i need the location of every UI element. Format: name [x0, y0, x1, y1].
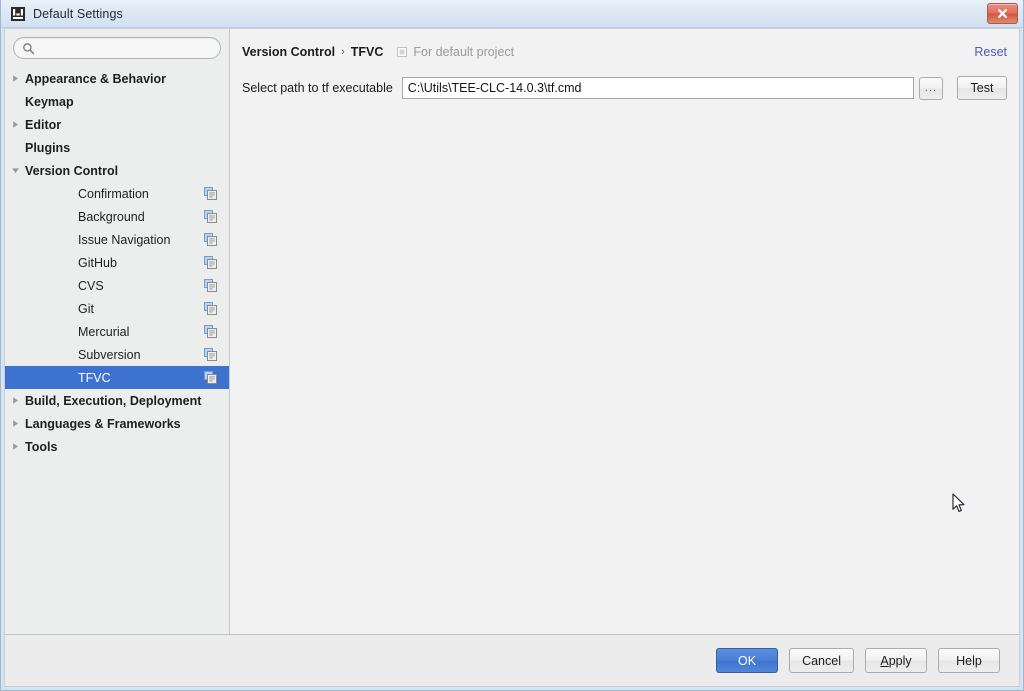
sidebar-item-build-execution-deployment[interactable]: Build, Execution, Deployment	[5, 389, 229, 412]
dialog-body: Appearance & Behavior Keymap Editor Plugins…	[4, 28, 1020, 687]
sidebar-item-label: Build, Execution, Deployment	[25, 393, 202, 408]
project-settings-icon	[204, 233, 217, 246]
sidebar-item-languages-frameworks[interactable]: Languages & Frameworks	[5, 412, 229, 435]
mouse-cursor	[952, 493, 966, 514]
project-settings-icon	[204, 325, 217, 338]
split-pane: Appearance & Behavior Keymap Editor Plugins…	[5, 29, 1019, 634]
sidebar-item-label: Issue Navigation	[78, 232, 171, 247]
sidebar-item-label: Version Control	[25, 163, 119, 178]
sidebar-item-label: Mercurial	[78, 324, 130, 339]
apply-mnemonic: A	[880, 653, 889, 668]
sidebar-item-label: Background	[78, 209, 145, 224]
sidebar-item-plugins[interactable]: Plugins	[5, 136, 229, 159]
search-input[interactable]	[39, 41, 212, 55]
reset-link[interactable]: Reset	[974, 45, 1007, 59]
breadcrumb: Version Control › TFVC For default proje…	[230, 29, 1019, 65]
sidebar-item-label: Git	[78, 301, 94, 316]
apply-button[interactable]: Apply	[865, 648, 927, 673]
sidebar-item-github[interactable]: GitHub	[5, 251, 229, 274]
intellij-icon	[10, 6, 26, 22]
sidebar-item-label: Subversion	[78, 347, 141, 362]
sidebar-item-label: Keymap	[25, 94, 74, 109]
sidebar-item-git[interactable]: Git	[5, 297, 229, 320]
sidebar-item-label: Tools	[25, 439, 58, 454]
project-settings-icon	[204, 348, 217, 361]
project-settings-icon	[204, 256, 217, 269]
chevron-right-icon[interactable]	[5, 120, 25, 129]
search-row	[5, 29, 229, 65]
sidebar-item-label: TFVC	[78, 370, 111, 385]
sidebar-item-label: CVS	[78, 278, 104, 293]
project-scope-icon	[397, 47, 408, 57]
tf-executable-row: Select path to tf executable ... Test	[230, 65, 1019, 100]
chevron-right-icon[interactable]	[5, 419, 25, 428]
search-box[interactable]	[13, 37, 221, 59]
sidebar-item-version-control[interactable]: Version Control	[5, 159, 229, 182]
apply-label-rest: pply	[888, 653, 912, 668]
chevron-down-icon[interactable]	[5, 166, 25, 175]
sidebar-item-tfvc[interactable]: TFVC	[5, 366, 229, 389]
window-title: Default Settings	[33, 6, 123, 21]
sidebar-item-label: GitHub	[78, 255, 117, 270]
breadcrumb-separator: ›	[341, 46, 345, 58]
sidebar-item-label: Plugins	[25, 140, 71, 155]
sidebar-item-label: Languages & Frameworks	[25, 416, 181, 431]
breadcrumb-current: TFVC	[350, 45, 384, 59]
project-settings-icon	[204, 279, 217, 292]
project-settings-icon	[204, 371, 217, 384]
breadcrumb-scope-text: For default project	[413, 45, 515, 59]
sidebar-item-background[interactable]: Background	[5, 205, 229, 228]
sidebar-item-tools[interactable]: Tools	[5, 435, 229, 458]
settings-tree: Appearance & Behavior Keymap Editor Plugins…	[5, 65, 229, 634]
project-settings-icon	[204, 210, 217, 223]
project-settings-icon	[204, 187, 217, 200]
browse-button[interactable]: ...	[919, 76, 943, 100]
chevron-right-icon[interactable]	[5, 74, 25, 83]
tf-path-input[interactable]	[401, 77, 914, 99]
project-settings-icon	[204, 302, 217, 315]
close-button[interactable]	[987, 3, 1018, 24]
chevron-right-icon[interactable]	[5, 442, 25, 451]
cancel-button[interactable]: Cancel	[789, 648, 854, 673]
sidebar-item-label: Editor	[25, 117, 62, 132]
sidebar-item-label: Confirmation	[78, 186, 149, 201]
help-button[interactable]: Help	[938, 648, 1000, 673]
settings-sidebar: Appearance & Behavior Keymap Editor Plugins…	[5, 29, 230, 634]
breadcrumb-parent[interactable]: Version Control	[242, 45, 335, 59]
sidebar-item-appearance-behavior[interactable]: Appearance & Behavior	[5, 67, 229, 90]
ok-button[interactable]: OK	[716, 648, 779, 673]
sidebar-item-subversion[interactable]: Subversion	[5, 343, 229, 366]
sidebar-item-cvs[interactable]: CVS	[5, 274, 229, 297]
sidebar-item-confirmation[interactable]: Confirmation	[5, 182, 229, 205]
sidebar-item-mercurial[interactable]: Mercurial	[5, 320, 229, 343]
settings-dialog-window: Default Settings Appearance & Behavior K…	[0, 0, 1024, 691]
settings-detail-panel: Version Control › TFVC For default proje…	[230, 29, 1019, 634]
tf-path-label: Select path to tf executable	[242, 81, 393, 95]
close-icon	[998, 9, 1007, 18]
chevron-right-icon[interactable]	[5, 396, 25, 405]
title-bar: Default Settings	[1, 0, 1023, 28]
dialog-footer: OK Cancel Apply Help	[5, 634, 1019, 686]
search-icon	[23, 42, 35, 54]
breadcrumb-scope-note: For default project	[396, 45, 514, 59]
sidebar-item-keymap[interactable]: Keymap	[5, 90, 229, 113]
test-button[interactable]: Test	[957, 76, 1007, 100]
sidebar-item-issue-navigation[interactable]: Issue Navigation	[5, 228, 229, 251]
sidebar-item-label: Appearance & Behavior	[25, 71, 167, 86]
sidebar-item-editor[interactable]: Editor	[5, 113, 229, 136]
